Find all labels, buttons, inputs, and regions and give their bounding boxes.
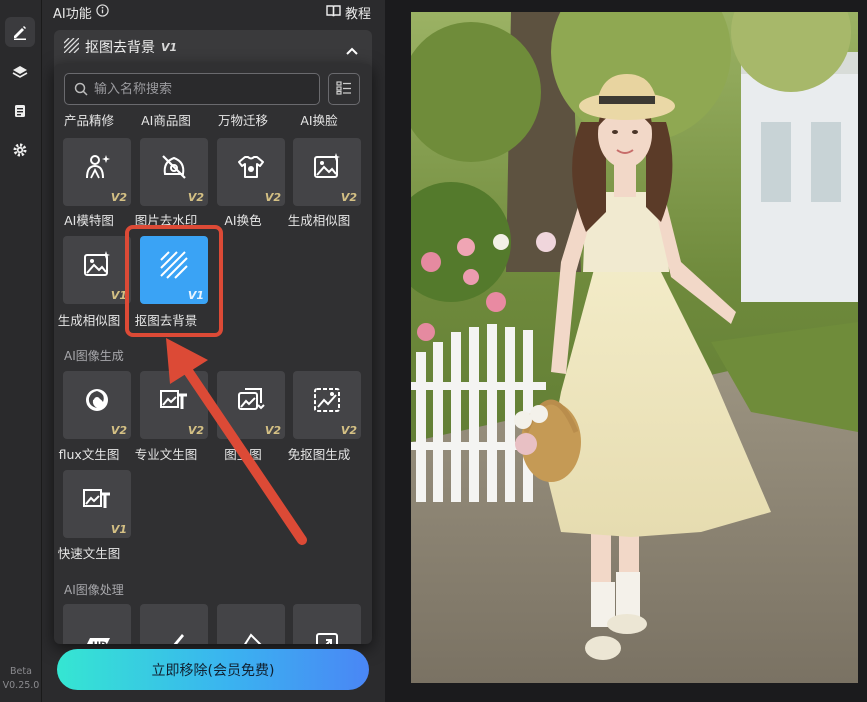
version-badge: V2 <box>340 191 357 204</box>
hatch-icon <box>63 37 80 57</box>
search-icon <box>74 82 88 96</box>
image-text-icon <box>159 385 189 419</box>
tool-tile-brush[interactable] <box>140 604 208 644</box>
chevron-up-icon[interactable] <box>346 41 358 60</box>
shirt-icon <box>236 152 266 186</box>
tool-label[interactable]: 万物迁移 <box>203 110 283 129</box>
expand-icon <box>315 632 339 644</box>
feature-name: 抠图去背景 <box>85 40 155 56</box>
tool-tile-ai-model[interactable]: V2 <box>63 138 131 206</box>
version-badge: V2 <box>340 424 357 437</box>
panel-header: AI功能 教程 <box>42 0 385 24</box>
tool-label[interactable]: 产品精修 <box>54 110 129 129</box>
tool-label[interactable]: 免抠图生成 <box>279 444 359 463</box>
swirl-icon <box>82 385 112 419</box>
section-title-image-generation: AI图像生成 <box>64 349 124 363</box>
tool-label[interactable]: flux文生图 <box>54 444 129 463</box>
ai-feature-panel: AI功能 教程 抠图去背景 V1 产品精修 AI商品图 万物迁移 AI换脸 <box>42 0 385 702</box>
image-star-icon <box>82 250 112 284</box>
version-label: V0.25.0 <box>2 680 40 691</box>
svg-text:HD: HD <box>92 641 107 644</box>
tool-tile-image-to-image[interactable]: V2 <box>217 371 285 439</box>
version-badge: V2 <box>187 424 204 437</box>
image-text-icon <box>82 484 112 518</box>
ai-title-text: AI功能 <box>53 7 92 22</box>
tool-tile-hd[interactable]: HD <box>63 604 131 644</box>
section-title-image-processing: AI图像处理 <box>64 583 124 597</box>
beta-label: Beta <box>10 666 32 677</box>
tool-tile-expand[interactable] <box>293 604 361 644</box>
watermark-remove-icon <box>159 152 189 186</box>
tool-label[interactable]: 生成相似图 <box>54 310 129 329</box>
tool-label[interactable]: AI模特图 <box>54 210 129 229</box>
feature-picker-popover: 产品精修 AI商品图 万物迁移 AI换脸 V2 V2 V2 V2 AI模特图 图… <box>54 64 372 644</box>
tool-label[interactable]: 生成相似图 <box>279 210 359 229</box>
tool-tile-quick-text-to-image[interactable]: V1 <box>63 470 131 538</box>
highlight-box <box>125 225 223 337</box>
ai-title: AI功能 <box>53 3 109 22</box>
tool-tile-pro-text-to-image[interactable]: V2 <box>140 371 208 439</box>
model-icon <box>82 152 112 186</box>
feature-version: V1 <box>161 40 178 54</box>
edit-icon[interactable] <box>5 17 35 47</box>
tool-tile-similar-image[interactable]: V2 <box>293 138 361 206</box>
version-badge: V2 <box>264 424 281 437</box>
fashion-photo[interactable] <box>411 12 858 683</box>
eraser-icon <box>239 632 263 644</box>
tool-rail: Beta V0.25.0 <box>0 0 42 702</box>
document-icon[interactable] <box>5 96 35 126</box>
tool-label[interactable]: AI换脸 <box>279 110 359 129</box>
tool-tile-ai-recolor[interactable]: V2 <box>217 138 285 206</box>
tool-tile-similar-image-v1[interactable]: V1 <box>63 236 131 304</box>
tool-label[interactable]: AI商品图 <box>126 110 206 129</box>
brush-icon <box>162 632 186 644</box>
remove-now-button[interactable]: 立即移除(会员免费) <box>57 649 369 690</box>
search-box[interactable] <box>64 73 320 105</box>
image-crop-icon <box>312 385 342 419</box>
feature-selector[interactable]: 抠图去背景 V1 <box>54 30 372 64</box>
version-badge: V2 <box>264 191 281 204</box>
tool-tile-eraser[interactable] <box>217 604 285 644</box>
book-icon <box>326 4 341 21</box>
version-badge: V2 <box>110 191 127 204</box>
tool-label[interactable]: 图生图 <box>203 444 283 463</box>
version-badge: V2 <box>110 424 127 437</box>
list-view-toggle[interactable] <box>328 73 360 105</box>
list-icon <box>336 80 352 99</box>
hd-icon: HD <box>82 636 112 644</box>
version-badge: V2 <box>187 191 204 204</box>
info-icon[interactable] <box>96 4 109 21</box>
tool-label[interactable]: 专业文生图 <box>126 444 206 463</box>
search-input[interactable] <box>94 81 314 97</box>
version-badge: V1 <box>110 523 127 536</box>
tutorial-text: 教程 <box>344 7 371 22</box>
settings-icon[interactable] <box>5 135 35 165</box>
tool-tile-watermark-remove[interactable]: V2 <box>140 138 208 206</box>
tutorial-link[interactable]: 教程 <box>326 3 371 22</box>
image-star-icon <box>312 152 342 186</box>
tool-tile-flux[interactable]: V2 <box>63 371 131 439</box>
layers-icon[interactable] <box>5 57 35 87</box>
tool-tile-no-cutout-generate[interactable]: V2 <box>293 371 361 439</box>
tool-label[interactable]: 快速文生图 <box>54 543 129 562</box>
image-swap-icon <box>236 385 266 419</box>
canvas-area <box>386 0 867 702</box>
